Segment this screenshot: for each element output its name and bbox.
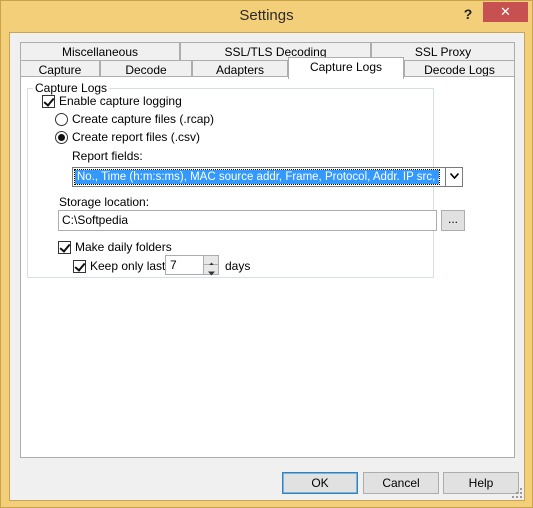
- capture-logs-panel: Capture Logs Enable capture logging Crea…: [20, 76, 515, 458]
- storage-location-label: Storage location:: [59, 195, 150, 209]
- tab-label: Miscellaneous: [61, 45, 139, 59]
- keep-days-stepper[interactable]: 7: [165, 255, 219, 276]
- ok-button[interactable]: OK: [282, 472, 358, 494]
- help-button[interactable]: Help: [443, 472, 519, 494]
- create-report-files-radio[interactable]: [55, 131, 68, 144]
- storage-location-input[interactable]: C:\Softpedia: [58, 210, 437, 231]
- create-capture-files-radio[interactable]: [55, 113, 68, 126]
- keep-only-last-label[interactable]: Keep only last: [90, 259, 165, 273]
- cancel-button[interactable]: Cancel: [363, 472, 439, 494]
- tab-miscellaneous[interactable]: Miscellaneous: [20, 42, 180, 61]
- enable-capture-logging-checkbox[interactable]: [42, 95, 55, 108]
- make-daily-folders-label[interactable]: Make daily folders: [75, 240, 172, 254]
- tab-capture-logs[interactable]: Capture Logs: [288, 57, 404, 79]
- tab-label: Capture: [38, 63, 82, 77]
- chevron-down-icon: [449, 172, 459, 180]
- create-capture-files-label[interactable]: Create capture files (.rcap): [72, 112, 214, 126]
- tab-label: Decode Logs: [424, 63, 495, 77]
- chevron-down-icon: [207, 271, 215, 276]
- keep-days-value[interactable]: 7: [170, 258, 177, 272]
- group-title: Capture Logs: [33, 81, 110, 95]
- spin-down-button[interactable]: [204, 265, 218, 276]
- enable-capture-logging-label[interactable]: Enable capture logging: [59, 94, 182, 108]
- settings-window: Settings ? ✕ Miscellaneous SSL/TLS Decod…: [0, 0, 533, 508]
- tab-label: Adapters: [215, 63, 265, 77]
- help-title-button[interactable]: ?: [459, 4, 477, 24]
- tab-label: SSL Proxy: [414, 45, 472, 59]
- tab-label: Capture Logs: [309, 60, 383, 74]
- close-icon: ✕: [500, 4, 511, 19]
- browse-button[interactable]: ...: [441, 210, 465, 231]
- create-report-files-label[interactable]: Create report files (.csv): [72, 130, 200, 144]
- title-bar[interactable]: Settings ? ✕: [1, 1, 532, 31]
- keep-only-last-checkbox[interactable]: [73, 260, 86, 273]
- report-fields-dropdown[interactable]: No., Time (h:m:s:ms), MAC source addr, F…: [72, 167, 463, 187]
- spin-buttons: [203, 256, 218, 276]
- spin-up-button[interactable]: [204, 256, 218, 267]
- window-title: Settings: [239, 7, 294, 24]
- report-fields-selected-value: No., Time (h:m:s:ms), MAC source addr, F…: [74, 169, 440, 185]
- days-label: days: [225, 259, 251, 273]
- resize-grip-icon[interactable]: [512, 488, 522, 498]
- close-button[interactable]: ✕: [483, 2, 528, 22]
- report-fields-label: Report fields:: [72, 149, 143, 163]
- make-daily-folders-checkbox[interactable]: [58, 241, 71, 254]
- dialog-client: Miscellaneous SSL/TLS Decoding SSL Proxy…: [9, 32, 525, 501]
- tab-label: Decode: [125, 63, 167, 77]
- dropdown-arrow[interactable]: [445, 168, 462, 186]
